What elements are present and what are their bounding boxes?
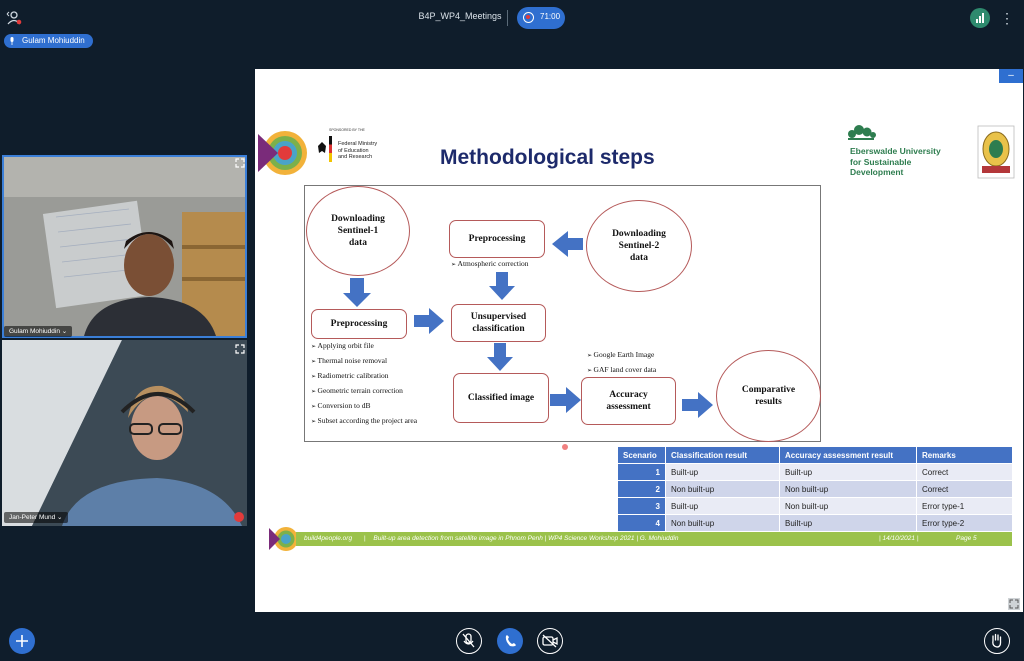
- table-row: 1 Built-up Built-up Correct: [617, 463, 1013, 481]
- slide-footer: build4people.org | Built-up area detecti…: [296, 532, 1012, 546]
- minimize-share-button[interactable]: –: [999, 69, 1023, 83]
- add-button[interactable]: [9, 628, 35, 654]
- raise-hand-button[interactable]: [984, 628, 1010, 654]
- tile-name-label: Jan-Peter Mund ⌄: [4, 512, 68, 523]
- video-tile-jan-peter[interactable]: [2, 340, 247, 526]
- table-header: Classification result: [665, 446, 780, 464]
- university-name: Eberswalde University for Sustainable Deve…: [850, 146, 941, 177]
- hand-icon: [992, 633, 1002, 648]
- german-flag-stripe: [329, 136, 332, 162]
- participant-video: [4, 157, 245, 336]
- tile-name-label: Gulam Mohiuddin ⌄: [4, 326, 73, 337]
- signal-bars-icon: [976, 13, 984, 23]
- participant-video: [2, 340, 247, 526]
- emblem-logo: [977, 125, 1015, 179]
- phone-icon: [505, 635, 516, 647]
- diagram-arrows: [343, 231, 713, 418]
- university-tree-logo: [848, 125, 876, 140]
- mute-button[interactable]: [456, 628, 482, 654]
- recording-time: 71:00: [540, 12, 561, 21]
- microphone-muted-icon: [462, 633, 475, 648]
- camera-button[interactable]: [537, 628, 563, 654]
- sponsor-line: SPONSORED BY THE: [329, 128, 365, 132]
- active-speaker-badge: Gulam Mohiuddin: [4, 34, 93, 48]
- federal-eagle-icon: [318, 142, 326, 153]
- muted-mic-icon: [234, 512, 244, 522]
- arrow-to-unsup: [414, 308, 444, 334]
- more-options-icon[interactable]: ⋮: [1000, 10, 1014, 26]
- arrow-unsup-down: [487, 343, 513, 371]
- table-header: Scenario: [617, 446, 666, 464]
- meeting-title: B4P_WP4_Meetings: [418, 11, 502, 21]
- plus-icon: [16, 635, 28, 647]
- network-quality-button[interactable]: [970, 8, 990, 28]
- arrow-s2-left: [552, 231, 583, 257]
- laser-pointer: [562, 444, 568, 450]
- fullscreen-icon[interactable]: [1008, 598, 1020, 610]
- call-button[interactable]: [497, 628, 523, 654]
- table-row: 2 Non built-up Non built-up Correct: [617, 480, 1013, 498]
- expand-icon[interactable]: [235, 344, 245, 354]
- video-tile-gulam[interactable]: [2, 155, 247, 338]
- title-divider: [507, 10, 508, 26]
- expand-icon[interactable]: [235, 158, 245, 168]
- accuracy-table: Scenario Classification result Accuracy …: [617, 446, 1013, 532]
- arrow-to-results: [682, 392, 713, 418]
- arrow-pre-down: [489, 272, 515, 300]
- table-header: Remarks: [916, 446, 1013, 464]
- microphone-icon: [10, 37, 14, 45]
- table-header-row: Scenario Classification result Accuracy …: [617, 446, 1013, 464]
- ministry-name: Federal Ministry of Education and Research: [338, 141, 378, 160]
- table-row: 3 Built-up Non built-up Error type-1: [617, 497, 1013, 515]
- table-header: Accuracy assessment result: [779, 446, 917, 464]
- arrow-s1-down: [343, 278, 371, 307]
- table-row: 4 Non built-up Built-up Error type-2: [617, 514, 1013, 532]
- slide-title: Methodological steps: [440, 146, 655, 169]
- footer-logo: [269, 527, 298, 551]
- build4people-logo: [258, 131, 307, 175]
- arrow-to-accuracy: [550, 387, 581, 413]
- camera-off-icon: [542, 634, 558, 648]
- record-icon: [523, 12, 534, 23]
